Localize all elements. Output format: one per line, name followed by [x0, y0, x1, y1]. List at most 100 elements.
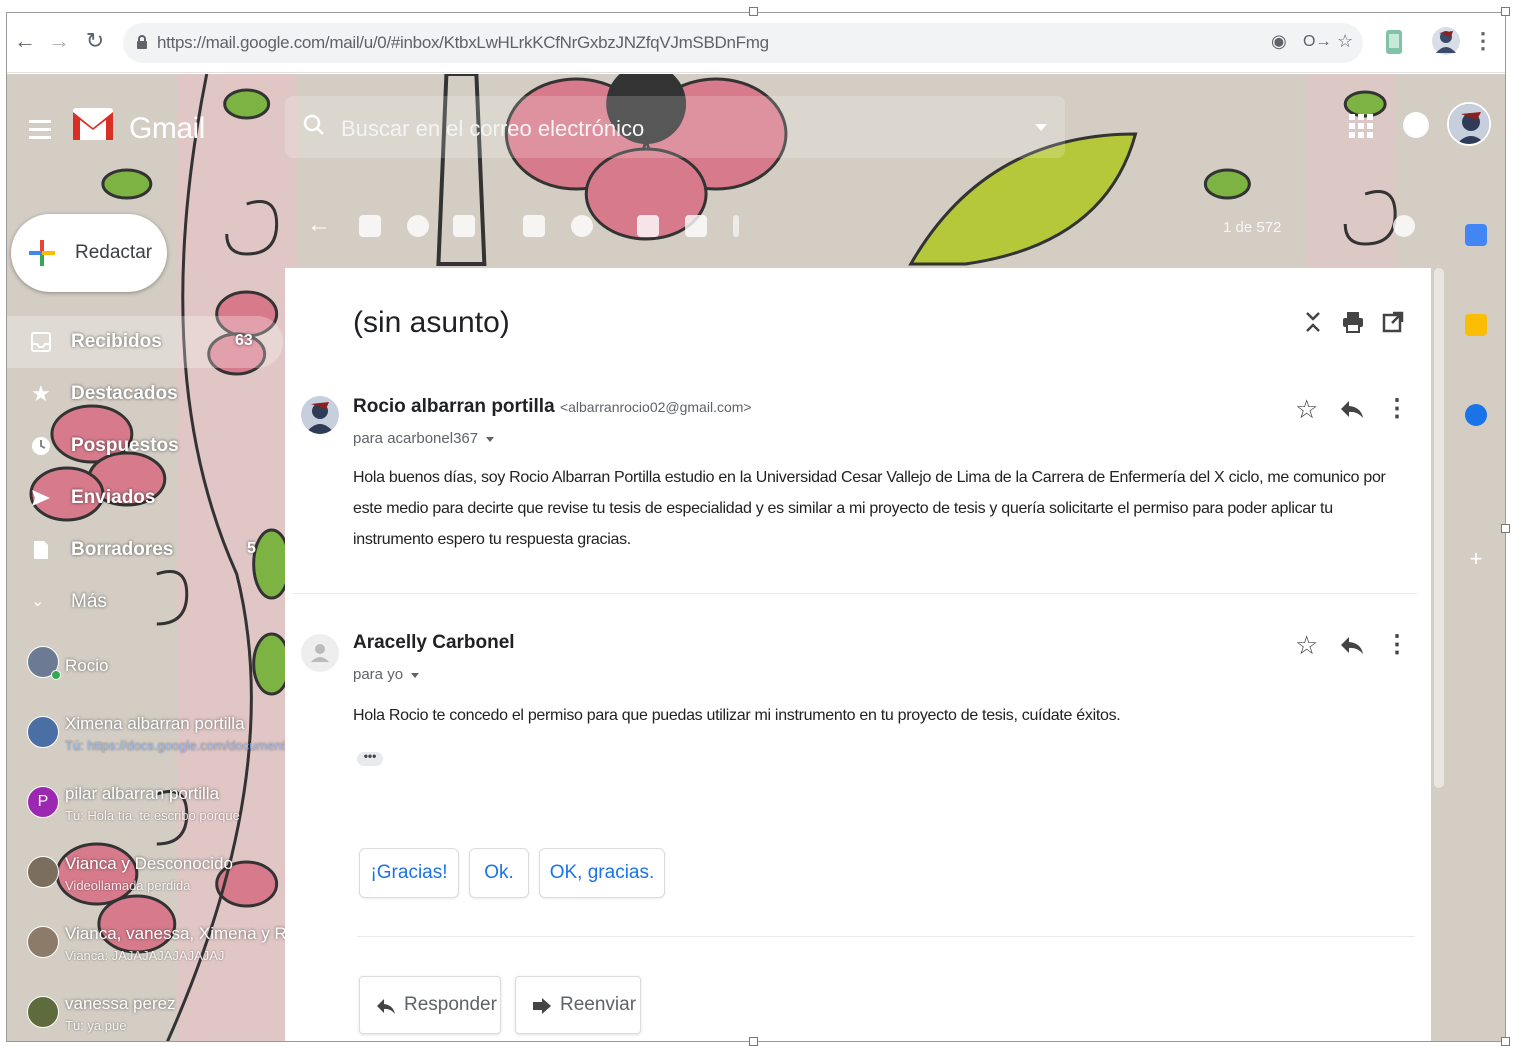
contact-name: Rocio — [65, 656, 109, 675]
keep-icon[interactable] — [1465, 314, 1487, 336]
move-to-icon[interactable] — [637, 215, 659, 237]
sidebar-item-pospuestos[interactable]: Pospuestos — [7, 420, 283, 472]
message-body: Hola buenos días, soy Rocio Albarran Por… — [353, 469, 1386, 548]
recipient-line[interactable]: para yo — [353, 666, 420, 683]
more-vertical-icon[interactable]: ⋮ — [1385, 396, 1411, 422]
key-icon[interactable]: O→ — [1303, 33, 1331, 51]
compose-button[interactable]: Redactar — [11, 214, 167, 292]
compose-label: Redactar — [75, 242, 153, 263]
star-icon[interactable]: ☆ — [1295, 396, 1321, 422]
sidebar-item-destacados[interactable]: ★ Destacados — [7, 368, 283, 420]
extension-icon[interactable] — [1383, 28, 1407, 56]
search-input[interactable]: Buscar en el correo electrónico — [341, 116, 644, 142]
smart-reply-ok-gracias[interactable]: OK, gracias. — [539, 848, 665, 898]
message-divider — [293, 593, 1417, 594]
contact-name: Vianca, vanessa, Ximena y Ro — [65, 924, 297, 943]
list-item[interactable]: Vianca, vanessa, Ximena y Ro Vianca: JAJ… — [7, 914, 296, 984]
settings-gear-icon[interactable] — [1393, 215, 1415, 237]
more-options-icon[interactable] — [733, 215, 739, 237]
gmail-logo-icon[interactable] — [71, 106, 115, 142]
mark-unread-icon[interactable] — [523, 215, 545, 237]
forward-arrow-icon[interactable]: → — [45, 27, 73, 55]
list-item[interactable]: P pilar albarran portilla Tú: Hola tía, … — [7, 774, 283, 844]
avatar — [27, 996, 59, 1028]
screenshot-frame: ← → ↻ https://mail.google.com/mail/u/0/#… — [6, 12, 1506, 1042]
gmail-wordmark: Gmail — [129, 112, 205, 145]
location-icon[interactable]: ◉ — [1271, 31, 1287, 52]
google-apps-icon[interactable] — [1349, 114, 1373, 138]
address-bar[interactable]: https://mail.google.com/mail/u/0/#inbox/… — [123, 23, 1363, 63]
list-item[interactable]: vanessa perez Tú: ya pue — [7, 984, 283, 1041]
sidebar-item-mas[interactable]: ⌄ Más — [7, 576, 283, 628]
draft-icon — [34, 541, 48, 559]
profile-avatar-icon[interactable] — [1431, 25, 1461, 57]
reply-icon — [377, 999, 395, 1014]
main-menu-icon[interactable] — [29, 120, 51, 144]
chevron-down-icon[interactable] — [486, 436, 495, 442]
recipient-text: para acarbonel367 — [353, 430, 479, 447]
send-icon — [32, 490, 50, 506]
back-to-inbox-icon[interactable]: ← — [307, 213, 331, 237]
reply-button[interactable]: Responder — [359, 976, 501, 1034]
list-item[interactable]: Ximena albarran portilla Tú: https://doc… — [7, 704, 285, 774]
star-icon: ★ — [31, 381, 51, 406]
sidebar-item-recibidos[interactable]: Recibidos 63 — [7, 316, 283, 368]
unread-count: 63 — [235, 332, 253, 349]
email-message: Aracelly Carbonel para yo ☆ ⋮ Hola Rocio… — [285, 624, 1431, 784]
bookmark-star-icon[interactable]: ☆ — [1337, 31, 1353, 52]
report-spam-icon[interactable] — [407, 215, 429, 237]
smart-reply-ok[interactable]: Ok. — [469, 848, 529, 898]
sidebar-item-label: Enviados — [71, 487, 156, 508]
last-message: Vianca: JAJAJAJAJAJAJAJ — [65, 948, 225, 963]
hangouts-self[interactable]: Rocio — [7, 634, 283, 704]
print-icon[interactable] — [1341, 310, 1365, 334]
archive-icon[interactable] — [359, 215, 381, 237]
more-vertical-icon[interactable]: ⋮ — [1385, 632, 1411, 658]
forward-label: Reenviar — [560, 994, 637, 1015]
contact-name: pilar albarran portilla — [65, 784, 220, 803]
reply-label: Responder — [404, 994, 497, 1015]
forward-icon — [533, 998, 551, 1014]
reply-divider — [357, 936, 1415, 937]
sidebar-item-label: Destacados — [71, 383, 178, 404]
avatar — [27, 716, 59, 748]
chevron-down-icon: ⌄ — [31, 593, 45, 610]
back-arrow-icon[interactable]: ← — [11, 27, 39, 55]
reload-icon[interactable]: ↻ — [81, 27, 109, 55]
search-icon[interactable] — [303, 114, 325, 136]
search-options-caret-icon[interactable] — [1035, 124, 1047, 131]
sidebar-item-borradores[interactable]: Borradores 5 — [7, 524, 283, 576]
expand-all-icon[interactable] — [1301, 310, 1325, 334]
recipient-line[interactable]: para acarbonel367 — [353, 430, 495, 447]
browser-menu-icon[interactable]: ⋮ — [1469, 27, 1497, 55]
smart-reply-gracias[interactable]: ¡Gracias! — [359, 848, 459, 898]
forward-button[interactable]: Reenviar — [515, 976, 641, 1034]
add-addon-icon[interactable]: + — [1465, 548, 1487, 570]
show-trimmed-content-button[interactable]: ••• — [357, 750, 383, 766]
sidebar-item-enviados[interactable]: Enviados — [7, 472, 283, 524]
delete-icon[interactable] — [453, 215, 475, 237]
account-avatar[interactable] — [1447, 102, 1491, 146]
star-icon[interactable]: ☆ — [1295, 632, 1321, 658]
reply-icon[interactable] — [1339, 632, 1365, 658]
reply-icon[interactable] — [1339, 396, 1365, 422]
notifications-icon[interactable] — [1403, 112, 1429, 138]
inbox-icon — [31, 332, 51, 352]
resize-handle-top — [749, 7, 758, 16]
chevron-down-icon[interactable] — [411, 672, 420, 678]
tasks-icon[interactable] — [1465, 404, 1487, 426]
sender-name-text: Rocio albarran portilla — [353, 396, 555, 417]
list-item[interactable]: Vianca y Desconocido Videollamada perdid… — [7, 844, 283, 914]
open-new-window-icon[interactable] — [1381, 310, 1405, 334]
message-toolbar: ← 1 de 572 — [297, 209, 1417, 249]
snooze-icon[interactable] — [571, 215, 593, 237]
label-icon[interactable] — [685, 215, 707, 237]
calendar-icon[interactable] — [1465, 224, 1487, 246]
draft-count: 5 — [247, 540, 256, 557]
contact-name: vanessa perez — [65, 994, 176, 1013]
avatar[interactable] — [301, 396, 339, 434]
scrollbar[interactable] — [1434, 268, 1444, 788]
avatar[interactable] — [301, 634, 339, 672]
email-message: Rocio albarran portilla <albarranrocio02… — [285, 388, 1431, 608]
search-bar[interactable]: Buscar en el correo electrónico — [285, 96, 1065, 158]
